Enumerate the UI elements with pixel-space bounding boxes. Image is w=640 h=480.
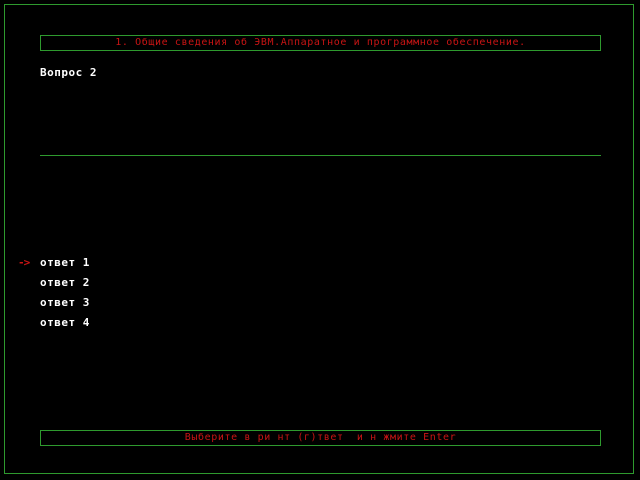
topic-title-box: 1. Общие сведения об ЭВМ.Аппаратное и пр… <box>40 35 601 51</box>
outer-frame <box>4 4 634 474</box>
answer-option-4[interactable]: ответ 4 <box>0 316 640 336</box>
answer-label[interactable]: ответ 3 <box>40 296 90 310</box>
question-divider <box>40 155 601 156</box>
selection-pointer-icon: -> <box>18 256 30 269</box>
answer-list: -> ответ 1 ответ 2 ответ 3 ответ 4 <box>0 256 640 336</box>
answer-label[interactable]: ответ 4 <box>40 316 90 330</box>
question-number: Вопрос 2 <box>40 66 97 79</box>
status-bar: Выберите в ри нт (г)твет и н жмите Enter <box>40 430 601 446</box>
topic-title: 1. Общие сведения об ЭВМ.Аппаратное и пр… <box>115 37 526 48</box>
answer-option-1[interactable]: -> ответ 1 <box>0 256 640 276</box>
answer-option-3[interactable]: ответ 3 <box>0 296 640 316</box>
answer-option-2[interactable]: ответ 2 <box>0 276 640 296</box>
answer-label[interactable]: ответ 2 <box>40 276 90 290</box>
answer-label[interactable]: ответ 1 <box>40 256 90 270</box>
status-instruction: Выберите в ри нт (г)твет и н жмите Enter <box>184 432 457 443</box>
